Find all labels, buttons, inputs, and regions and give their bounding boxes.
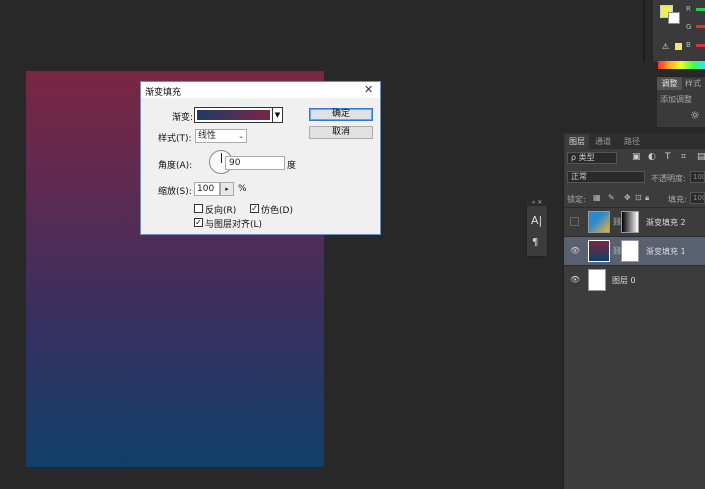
panel-divider	[643, 0, 645, 62]
layer-row[interactable]: 👁︎ 图层 0	[564, 265, 705, 294]
reverse-label[interactable]: 反向(R)	[205, 203, 236, 216]
eye-icon[interactable]: 👁︎	[570, 246, 580, 255]
close-icon[interactable]: ✕	[364, 83, 373, 96]
layer-row[interactable]: ⛓ 渐变填充 2	[564, 207, 705, 236]
layer-thumbnail[interactable]	[588, 240, 610, 262]
style-value: 线性	[198, 131, 217, 141]
fill-input[interactable]: 100	[690, 192, 705, 204]
lock-label: 锁定:	[567, 195, 586, 204]
brightness-icon[interactable]: ☼	[690, 109, 700, 122]
channel-label-g: G	[686, 23, 692, 31]
opacity-label: 不透明度:	[651, 174, 686, 183]
angle-unit: 度	[287, 161, 297, 171]
layer-filter-value: 类型	[578, 153, 595, 162]
color-spectrum-bar[interactable]	[658, 61, 705, 69]
align-with-layer-checkbox[interactable]: ✓	[194, 218, 203, 227]
reverse-checkbox[interactable]	[194, 204, 203, 213]
align-with-layer-label[interactable]: 与图层对齐(L)	[205, 217, 262, 230]
gradient-preview[interactable]	[197, 110, 270, 120]
gradient-picker[interactable]: ▼	[194, 107, 283, 123]
tab-styles[interactable]: 样式	[685, 77, 701, 90]
angle-label: 角度(A):	[158, 161, 193, 171]
character-panel-icon[interactable]: A|	[531, 214, 542, 227]
background-color-swatch[interactable]	[668, 12, 680, 24]
channel-slider-g[interactable]	[696, 25, 705, 28]
add-adjustment-label: 添加调整	[660, 95, 692, 104]
cancel-button[interactable]: 取消	[309, 126, 373, 139]
scale-stepper-icon[interactable]: ▸	[220, 182, 234, 196]
scale-label: 缩放(S):	[158, 187, 192, 197]
dither-label[interactable]: 仿色(D)	[261, 203, 293, 216]
layer-row[interactable]: 👁︎ ⛓ 渐变填充 1	[564, 236, 705, 265]
tab-paths[interactable]: 路径	[624, 134, 640, 149]
visibility-toggle-off[interactable]	[570, 217, 579, 226]
layer-filter-select[interactable]: ρ 类型	[567, 152, 617, 164]
chevron-down-icon: ⌄	[238, 132, 244, 140]
smart-filter-icon[interactable]: ▤	[697, 152, 705, 162]
gradient-fill-dialog: 渐变填充 ✕ 渐变: ▼ 样式(T): 线性 ⌄ 角度(A): 90 度 缩放(…	[140, 81, 381, 235]
paragraph-panel-icon[interactable]: ¶	[532, 237, 538, 248]
gradient-label: 渐变:	[172, 113, 194, 123]
opacity-input[interactable]: 100	[690, 171, 705, 183]
blend-mode-select[interactable]: 正常	[567, 171, 645, 183]
tab-layers[interactable]: 图层	[565, 134, 589, 149]
lock-transparent-icon[interactable]: ▦	[593, 193, 601, 202]
scale-input[interactable]: 100	[194, 182, 220, 196]
mini-panel-header[interactable]: » ✕	[526, 199, 548, 206]
layer-mask-thumbnail[interactable]	[621, 240, 639, 262]
layer-thumbnail[interactable]	[588, 269, 606, 291]
gamut-warning-icon: ⚠	[662, 42, 670, 51]
dither-checkbox[interactable]: ✓	[250, 204, 259, 213]
tab-adjustments[interactable]: 调整	[657, 77, 682, 90]
adjustment-filter-icon[interactable]: ◐	[648, 152, 656, 162]
tab-channels[interactable]: 通道	[595, 134, 611, 149]
channel-slider-r[interactable]	[696, 8, 705, 11]
angle-needle	[221, 153, 222, 163]
layer-name[interactable]: 渐变填充 1	[646, 246, 686, 257]
layers-panel	[563, 133, 705, 489]
ok-button[interactable]: 确定	[309, 108, 373, 121]
angle-input[interactable]: 90	[225, 156, 285, 170]
lock-position-icon[interactable]: ✥	[624, 193, 631, 202]
pixel-filter-icon[interactable]: ▣	[632, 152, 641, 162]
fill-label: 填充:	[668, 195, 687, 204]
scale-unit: %	[238, 184, 247, 194]
lock-pixels-icon[interactable]: ✎	[608, 193, 615, 202]
layer-thumbnail[interactable]	[588, 211, 610, 233]
style-label: 样式(T):	[158, 134, 192, 144]
layer-name[interactable]: 渐变填充 2	[646, 217, 686, 228]
mini-panel	[526, 199, 548, 257]
shape-filter-icon[interactable]: ⌗	[681, 152, 686, 162]
channel-label-b: B	[686, 41, 691, 49]
gamut-swatch[interactable]	[675, 43, 682, 50]
lock-artboard-icon[interactable]: ⊡	[635, 193, 642, 202]
layer-mask-thumbnail[interactable]	[621, 211, 639, 233]
type-filter-icon[interactable]: T	[665, 152, 671, 162]
layer-name[interactable]: 图层 0	[612, 275, 636, 286]
channel-label-r: R	[686, 5, 691, 13]
style-select[interactable]: 线性 ⌄	[195, 129, 247, 143]
eye-icon[interactable]: 👁︎	[570, 275, 580, 284]
lock-all-icon[interactable]: 🔒︎	[645, 193, 649, 203]
chevron-down-icon[interactable]: ▼	[272, 108, 282, 122]
dialog-title: 渐变填充	[145, 88, 182, 98]
channel-slider-b[interactable]	[696, 44, 705, 47]
